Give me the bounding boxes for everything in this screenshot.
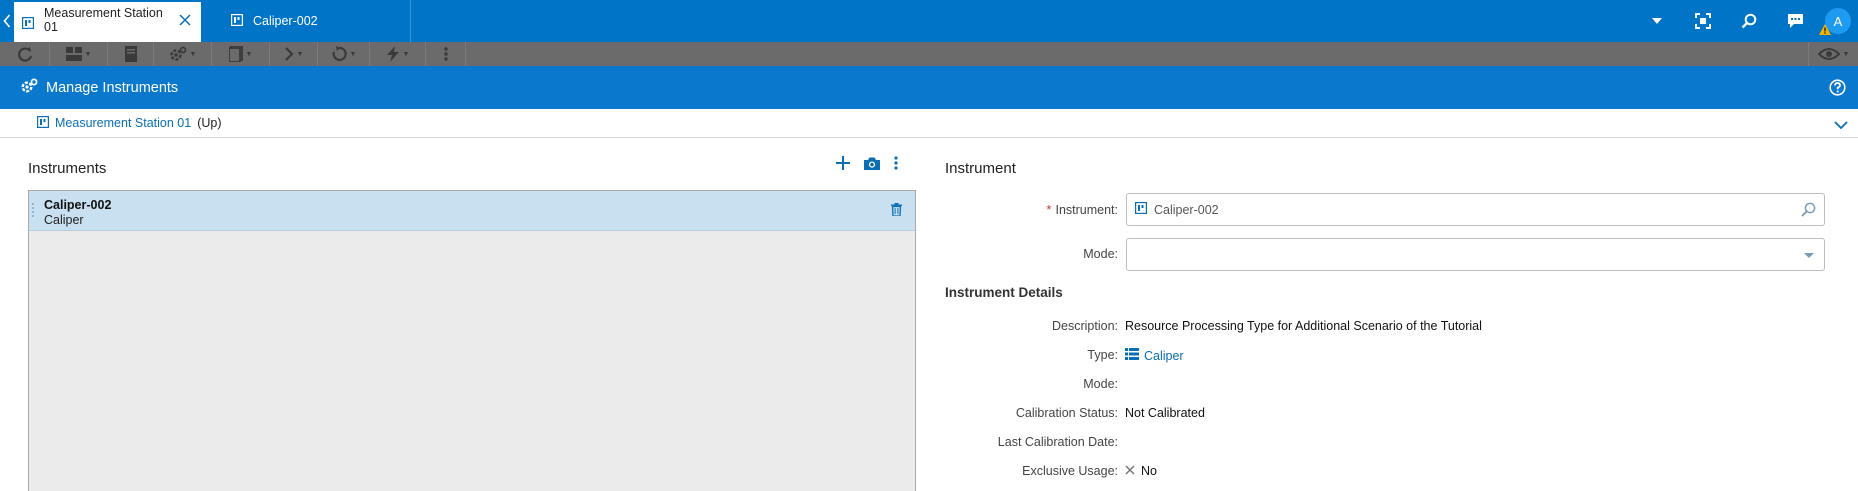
- description-label: Description:: [1052, 319, 1118, 333]
- no-x-icon: [1125, 464, 1135, 478]
- instruments-panel-actions: [836, 156, 898, 173]
- toolbar: ▼ ▼ ▼ ▼ ▼ ▼ ▼: [0, 42, 1858, 66]
- help-icon[interactable]: [1829, 79, 1846, 99]
- delete-trash-icon[interactable]: [891, 203, 902, 219]
- tabs-dropdown-icon[interactable]: [1634, 0, 1680, 42]
- calibration-status-label: Calibration Status:: [1015, 406, 1118, 420]
- instrument-name: Caliper-002: [44, 198, 112, 212]
- required-asterisk: *: [1046, 202, 1052, 217]
- mode-label: Mode:: [1083, 377, 1118, 391]
- type-label: Type:: [1087, 348, 1118, 362]
- last-calibration-date-label: Last Calibration Date:: [997, 435, 1118, 449]
- instrument-icon: [1134, 201, 1148, 217]
- instrument-field-label: * Instrument:: [1046, 202, 1118, 217]
- drag-handle-icon[interactable]: [31, 202, 35, 221]
- instrument-lookup-field[interactable]: Caliper-002: [1126, 193, 1825, 226]
- type-value: Caliper: [1125, 348, 1184, 363]
- calibration-status-value: Not Calibrated: [1125, 406, 1205, 420]
- mode-field-label: Mode:: [1083, 247, 1118, 261]
- tabs-back-chevron-icon[interactable]: [0, 0, 14, 42]
- search-icon[interactable]: [1726, 0, 1772, 42]
- warning-icon: [1819, 23, 1831, 38]
- user-menu[interactable]: A: [1818, 0, 1858, 42]
- exclusive-usage-value: No: [1125, 464, 1157, 478]
- next-chevron-icon[interactable]: ▼: [270, 42, 318, 66]
- chat-icon[interactable]: [1772, 0, 1818, 42]
- layout-icon[interactable]: ▼: [50, 42, 108, 66]
- tab-caliper[interactable]: Caliper-002: [201, 0, 411, 42]
- instrument-details-title: Instrument Details: [945, 285, 1063, 300]
- search-icon[interactable]: [1801, 202, 1816, 220]
- exclusive-usage-label: Exclusive Usage:: [1022, 464, 1118, 478]
- settings-gear-icon[interactable]: ▼: [154, 42, 212, 66]
- close-tab-icon[interactable]: [179, 14, 193, 28]
- tab-measurement-station[interactable]: Measurement Station 01: [14, 2, 201, 42]
- mode-select[interactable]: [1126, 238, 1825, 271]
- fullscreen-icon[interactable]: [1680, 0, 1726, 42]
- breadcrumb: Measurement Station 01 (Up): [0, 109, 1858, 138]
- tab-title: Measurement Station 01: [44, 6, 163, 34]
- station-icon: [21, 16, 35, 32]
- expand-chevron-down-icon[interactable]: [1834, 118, 1848, 133]
- breadcrumb-link[interactable]: Measurement Station 01: [55, 116, 191, 130]
- document-icon[interactable]: ▼: [212, 42, 270, 66]
- station-icon: [36, 115, 50, 131]
- view-eye-icon[interactable]: ▼: [1808, 42, 1858, 66]
- instruments-settings-icon: [20, 78, 38, 97]
- more-vertical-icon[interactable]: [426, 42, 466, 66]
- top-tab-bar: Measurement Station 01 Caliper-002 A: [0, 0, 1858, 42]
- book-icon[interactable]: [108, 42, 154, 66]
- top-right-actions: A: [1634, 0, 1858, 42]
- type-link[interactable]: Caliper: [1144, 349, 1184, 363]
- camera-icon[interactable]: [864, 157, 880, 173]
- list-icon: [1125, 348, 1139, 363]
- add-instrument-plus-icon[interactable]: [836, 156, 850, 173]
- breadcrumb-state: (Up): [197, 116, 222, 130]
- instruments-panel-title: Instruments: [28, 160, 107, 177]
- instrument-value: Caliper-002: [1154, 202, 1219, 217]
- instrument-icon: [230, 13, 244, 29]
- avatar[interactable]: A: [1819, 8, 1851, 35]
- manage-instruments-header: Manage Instruments: [0, 66, 1858, 109]
- rotate-icon[interactable]: ▼: [318, 42, 370, 66]
- refresh-icon[interactable]: [0, 42, 50, 66]
- page-title: Manage Instruments: [46, 79, 179, 96]
- lightning-icon[interactable]: ▼: [370, 42, 426, 66]
- instrument-type: Caliper: [44, 213, 84, 227]
- instrument-panel-title: Instrument: [945, 160, 1016, 177]
- list-item[interactable]: Caliper-002 Caliper: [29, 191, 915, 231]
- dropdown-arrow-icon[interactable]: [1804, 253, 1814, 258]
- description-value: Resource Processing Type for Additional …: [1125, 319, 1482, 333]
- more-vertical-icon[interactable]: [894, 156, 898, 173]
- instruments-list: Caliper-002 Caliper: [28, 190, 916, 491]
- tab-title: Caliper-002: [253, 14, 318, 28]
